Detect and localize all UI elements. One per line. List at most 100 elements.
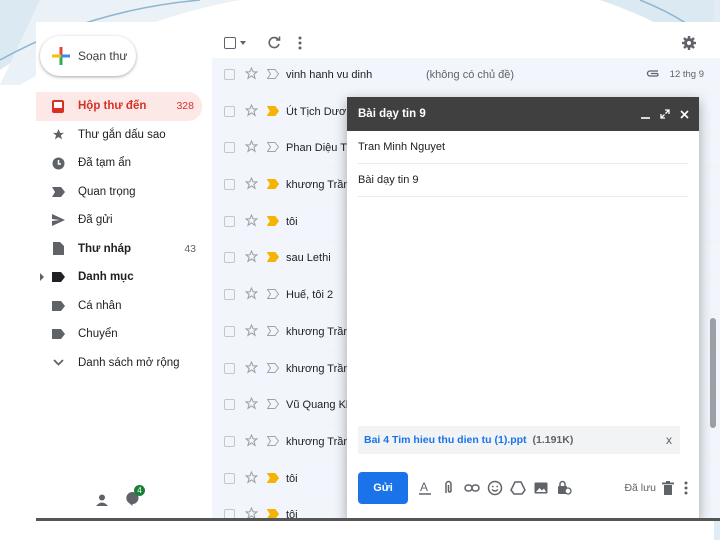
star-icon[interactable] xyxy=(245,323,258,337)
star-icon[interactable] xyxy=(245,470,258,484)
sidebar-item-label: Chuyển xyxy=(78,328,118,341)
sidebar-item-label: Đã tạm ẩn xyxy=(78,157,132,170)
scrollbar[interactable] xyxy=(710,318,716,428)
person-icon[interactable] xyxy=(96,493,108,511)
important-icon xyxy=(51,185,65,199)
sidebar-item-inbox[interactable]: Hộp thư đến 328 xyxy=(36,92,202,121)
row-checkbox[interactable] xyxy=(224,472,235,484)
row-checkbox[interactable] xyxy=(224,215,235,227)
minimize-icon[interactable] xyxy=(641,110,650,119)
more-vert-icon[interactable] xyxy=(298,36,302,50)
email-row[interactable]: vinh hanh vu dinh (không có chủ đề) 12 thg… xyxy=(212,58,720,95)
compose-button[interactable]: Soạn thư xyxy=(40,36,136,76)
sidebar-item-sent[interactable]: Đã gửi xyxy=(36,206,212,235)
sidebar-item-important[interactable]: Quan trọng xyxy=(36,178,212,207)
sidebar-item-drafts[interactable]: Thư nháp 43 xyxy=(36,235,212,264)
email-sender: tôi xyxy=(286,472,298,485)
star-icon[interactable] xyxy=(245,360,258,374)
important-marker-icon[interactable] xyxy=(267,362,279,373)
important-marker-icon[interactable] xyxy=(267,252,279,263)
important-marker-icon[interactable] xyxy=(267,69,279,79)
confidential-mode-icon[interactable] xyxy=(556,480,572,496)
important-marker-icon[interactable] xyxy=(267,435,279,446)
sidebar-nav: Hộp thư đến 328 Thư gắn dấu sao Đã tạm ẩ… xyxy=(36,92,212,377)
inbox-count: 328 xyxy=(176,100,194,113)
more-options-icon[interactable] xyxy=(684,481,688,495)
inbox-icon xyxy=(51,99,65,113)
star-icon[interactable] xyxy=(245,67,258,80)
sidebar-item-label: Hộp thư đến xyxy=(78,100,147,113)
hangouts-badge: 4 xyxy=(134,485,145,496)
email-sender: Vũ Quang Khi xyxy=(286,399,355,412)
gmail-screen: Soạn thư Hộp thư đến 328 Thư gắn dấu sao… xyxy=(36,22,720,520)
row-checkbox[interactable] xyxy=(224,399,235,411)
attachment-chip[interactable]: Bai 4 Tim hieu thu dien tu (1).ppt (1.19… xyxy=(358,426,680,454)
insert-photo-icon[interactable] xyxy=(533,480,549,496)
important-marker-icon[interactable] xyxy=(267,325,279,336)
star-icon[interactable] xyxy=(245,140,258,154)
emoji-icon[interactable] xyxy=(487,480,503,496)
sidebar-item-transfer[interactable]: Chuyển xyxy=(36,320,212,349)
row-checkbox[interactable] xyxy=(224,105,235,117)
star-icon[interactable] xyxy=(245,177,258,190)
important-marker-icon[interactable] xyxy=(267,472,279,483)
sidebar-item-label: Danh sách mở rộng xyxy=(78,356,180,369)
attach-file-icon[interactable] xyxy=(441,480,457,496)
caret-down-icon[interactable] xyxy=(240,41,246,45)
row-checkbox[interactable] xyxy=(224,435,235,447)
clock-icon xyxy=(51,156,65,170)
sidebar-item-label: Danh mục xyxy=(78,271,134,284)
sidebar-footer: 4 xyxy=(96,485,145,511)
subject-field[interactable]: Bài dạy tin 9 xyxy=(358,164,688,197)
close-icon[interactable] xyxy=(680,109,689,119)
insert-link-icon[interactable] xyxy=(464,480,480,496)
star-icon[interactable] xyxy=(245,433,258,447)
send-button[interactable]: Gửi xyxy=(358,472,408,504)
label-icon xyxy=(51,299,65,313)
settings-gear-icon[interactable] xyxy=(682,36,696,50)
delete-draft-icon[interactable] xyxy=(662,481,674,495)
row-checkbox[interactable] xyxy=(224,289,235,301)
remove-attachment-button[interactable]: x xyxy=(666,426,672,454)
expand-icon[interactable] xyxy=(660,109,670,119)
row-checkbox[interactable] xyxy=(224,179,235,191)
google-drive-icon[interactable] xyxy=(510,480,526,496)
label-icon xyxy=(51,327,65,341)
row-checkbox[interactable] xyxy=(224,69,235,80)
important-marker-icon[interactable] xyxy=(267,179,279,190)
sidebar-item-categories[interactable]: Danh mục xyxy=(36,263,212,292)
row-checkbox[interactable] xyxy=(224,252,235,264)
row-checkbox[interactable] xyxy=(224,325,235,337)
format-text-icon[interactable]: A xyxy=(418,480,434,496)
chevron-down-icon xyxy=(51,356,65,370)
email-sender: Huế, tôi 2 xyxy=(286,289,334,302)
star-icon[interactable] xyxy=(245,287,258,300)
recipient-field[interactable]: Tran Minh Nguyet xyxy=(358,131,688,164)
important-marker-icon[interactable] xyxy=(267,105,279,116)
hangouts-icon[interactable]: 4 xyxy=(126,485,145,511)
sidebar-item-label: Đã gửi xyxy=(78,214,113,227)
star-icon[interactable] xyxy=(245,103,258,117)
sidebar-item-more[interactable]: Danh sách mở rộng xyxy=(36,349,212,378)
important-marker-icon[interactable] xyxy=(267,215,279,226)
select-all-checkbox[interactable] xyxy=(224,37,236,49)
caret-right-icon[interactable] xyxy=(40,273,44,282)
compose-label: Soạn thư xyxy=(78,49,128,63)
sidebar-item-personal[interactable]: Cá nhân xyxy=(36,292,212,321)
sidebar-item-starred[interactable]: Thư gắn dấu sao xyxy=(36,121,212,150)
refresh-icon[interactable] xyxy=(267,36,281,50)
star-icon[interactable] xyxy=(245,250,258,264)
row-checkbox[interactable] xyxy=(224,142,235,154)
sidebar: Soạn thư Hộp thư đến 328 Thư gắn dấu sao… xyxy=(36,22,212,520)
row-checkbox[interactable] xyxy=(224,362,235,374)
send-icon xyxy=(51,213,65,227)
star-icon[interactable] xyxy=(245,397,258,410)
email-sender: sau Lethi xyxy=(286,252,331,265)
important-marker-icon[interactable] xyxy=(267,289,279,300)
star-icon[interactable] xyxy=(245,213,258,227)
important-marker-icon[interactable] xyxy=(267,142,279,153)
email-subject: (không có chủ đề) xyxy=(426,69,515,81)
sidebar-item-snoozed[interactable]: Đã tạm ẩn xyxy=(36,149,212,178)
email-sender: tôi xyxy=(286,215,298,228)
important-marker-icon[interactable] xyxy=(267,399,279,410)
